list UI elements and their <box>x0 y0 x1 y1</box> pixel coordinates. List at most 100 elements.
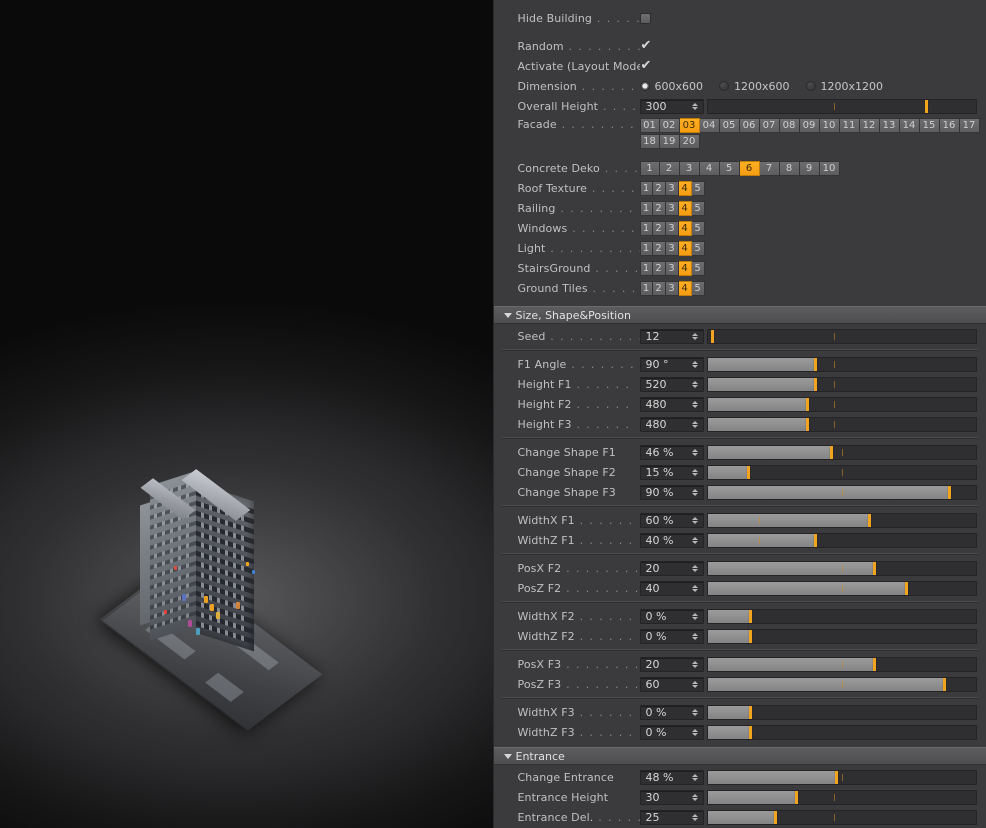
posx-f2-slider[interactable] <box>706 560 977 576</box>
entrance-del-slider[interactable] <box>706 809 977 825</box>
railing-option-4[interactable]: 4 <box>678 200 692 216</box>
dimension-option-2[interactable]: 1200x1200 <box>805 80 894 93</box>
concrete-deko-option-6[interactable]: 6 <box>739 160 760 176</box>
height-f1-slider[interactable] <box>706 376 977 392</box>
f1-angle-number-field[interactable]: 90 ° <box>639 356 704 372</box>
light-option-5[interactable]: 5 <box>691 240 705 256</box>
dimension-option-1[interactable]: 1200x600 <box>719 80 800 93</box>
slider-handle[interactable] <box>773 810 777 824</box>
concrete-deko-option-10[interactable]: 10 <box>819 160 840 176</box>
slider-handle[interactable] <box>813 357 817 371</box>
slider-handle[interactable] <box>905 581 909 595</box>
posx-f3-number-field[interactable]: 20 <box>639 656 704 672</box>
spinner-arrows-icon[interactable] <box>690 378 701 391</box>
light-option-3[interactable]: 3 <box>665 240 679 256</box>
overall-height-slider[interactable] <box>706 98 977 114</box>
slider-handle[interactable] <box>830 445 833 459</box>
change-entrance-number-field[interactable]: 48 % <box>639 769 704 785</box>
widthx-f1-slider[interactable] <box>706 512 977 528</box>
overall-height-number-field[interactable]: 300 <box>639 98 704 114</box>
slider-handle[interactable] <box>813 533 817 547</box>
section-header-entrance[interactable]: Entrance <box>493 747 986 765</box>
facade-option-07[interactable]: 07 <box>759 118 780 133</box>
facade-option-11[interactable]: 11 <box>839 118 860 133</box>
entrance-height-number-field[interactable]: 30 <box>639 789 704 805</box>
stairsground-option-3[interactable]: 3 <box>665 260 679 276</box>
change-shape-f1-slider[interactable] <box>706 444 977 460</box>
hide-building-checkbox[interactable] <box>639 12 651 24</box>
slider-handle[interactable] <box>925 99 929 113</box>
spinner-arrows-icon[interactable] <box>690 100 701 113</box>
facade-option-13[interactable]: 13 <box>879 118 900 133</box>
facade-option-14[interactable]: 14 <box>899 118 920 133</box>
posx-f2-number-field[interactable]: 20 <box>639 560 704 576</box>
facade-option-18[interactable]: 18 <box>639 134 660 149</box>
windows-option-4[interactable]: 4 <box>678 220 692 236</box>
light-option-4[interactable]: 4 <box>678 240 692 256</box>
widthx-f3-number-field[interactable]: 0 % <box>639 704 704 720</box>
spinner-arrows-icon[interactable] <box>690 466 701 479</box>
change-shape-f3-slider[interactable] <box>706 484 977 500</box>
entrance-height-slider[interactable] <box>706 789 977 805</box>
slider-handle[interactable] <box>805 397 809 411</box>
windows-option-1[interactable]: 1 <box>639 220 653 236</box>
light-option-2[interactable]: 2 <box>652 240 666 256</box>
facade-option-08[interactable]: 08 <box>779 118 800 133</box>
slider-handle[interactable] <box>835 770 839 784</box>
activate-layout-mode-checkbox-checked-icon[interactable]: ✔ <box>640 59 653 73</box>
facade-option-16[interactable]: 16 <box>939 118 960 133</box>
posz-f3-slider[interactable] <box>706 676 977 692</box>
railing-option-3[interactable]: 3 <box>665 200 679 216</box>
roof-texture-option-3[interactable]: 3 <box>665 180 679 196</box>
widthx-f1-number-field[interactable]: 60 % <box>639 512 704 528</box>
facade-option-12[interactable]: 12 <box>859 118 880 133</box>
random-checkbox-checked-icon[interactable]: ✔ <box>640 39 653 53</box>
height-f3-number-field[interactable]: 480 <box>639 416 704 432</box>
radio-dot-icon[interactable] <box>805 81 816 91</box>
spinner-arrows-icon[interactable] <box>690 630 701 643</box>
widthx-f3-slider[interactable] <box>706 704 977 720</box>
facade-option-01[interactable]: 01 <box>639 118 660 133</box>
facade-option-09[interactable]: 09 <box>799 118 820 133</box>
spinner-arrows-icon[interactable] <box>690 582 701 595</box>
concrete-deko-option-9[interactable]: 9 <box>799 160 820 176</box>
ground-tiles-option-5[interactable]: 5 <box>691 280 705 296</box>
spinner-arrows-icon[interactable] <box>690 534 701 547</box>
chevron-down-icon[interactable] <box>503 312 512 318</box>
spinner-arrows-icon[interactable] <box>690 678 701 691</box>
building-model[interactable] <box>99 469 368 731</box>
slider-handle[interactable] <box>749 705 753 719</box>
widthx-f2-slider[interactable] <box>706 608 977 624</box>
railing-option-2[interactable]: 2 <box>652 200 666 216</box>
height-f2-number-field[interactable]: 480 <box>639 396 704 412</box>
posz-f2-slider[interactable] <box>706 580 977 596</box>
spinner-arrows-icon[interactable] <box>690 811 701 824</box>
slider-handle[interactable] <box>872 561 876 575</box>
stairsground-option-5[interactable]: 5 <box>691 260 705 276</box>
ground-tiles-option-2[interactable]: 2 <box>652 280 666 296</box>
roof-texture-option-5[interactable]: 5 <box>691 180 705 196</box>
spinner-arrows-icon[interactable] <box>690 486 701 499</box>
section-header-size-shape-position[interactable]: Size, Shape&Position <box>493 306 986 324</box>
facade-option-10[interactable]: 10 <box>819 118 840 133</box>
change-shape-f2-slider[interactable] <box>706 464 977 480</box>
roof-texture-option-4[interactable]: 4 <box>678 180 692 196</box>
slider-handle[interactable] <box>746 465 750 479</box>
spinner-arrows-icon[interactable] <box>690 446 701 459</box>
radio-dot-icon[interactable] <box>639 81 650 91</box>
slider-handle[interactable] <box>749 725 753 739</box>
facade-option-19[interactable]: 19 <box>659 134 680 149</box>
spinner-arrows-icon[interactable] <box>690 706 701 719</box>
slider-handle[interactable] <box>710 329 714 343</box>
concrete-deko-option-8[interactable]: 8 <box>779 160 800 176</box>
change-shape-f3-number-field[interactable]: 90 % <box>639 484 704 500</box>
facade-option-06[interactable]: 06 <box>739 118 760 133</box>
widthz-f2-slider[interactable] <box>706 628 977 644</box>
concrete-deko-option-2[interactable]: 2 <box>659 160 680 176</box>
slider-handle[interactable] <box>948 485 952 499</box>
stairsground-option-2[interactable]: 2 <box>652 260 666 276</box>
concrete-deko-option-7[interactable]: 7 <box>759 160 780 176</box>
spinner-arrows-icon[interactable] <box>690 358 701 371</box>
widthz-f3-number-field[interactable]: 0 % <box>639 724 704 740</box>
spinner-arrows-icon[interactable] <box>690 791 701 804</box>
